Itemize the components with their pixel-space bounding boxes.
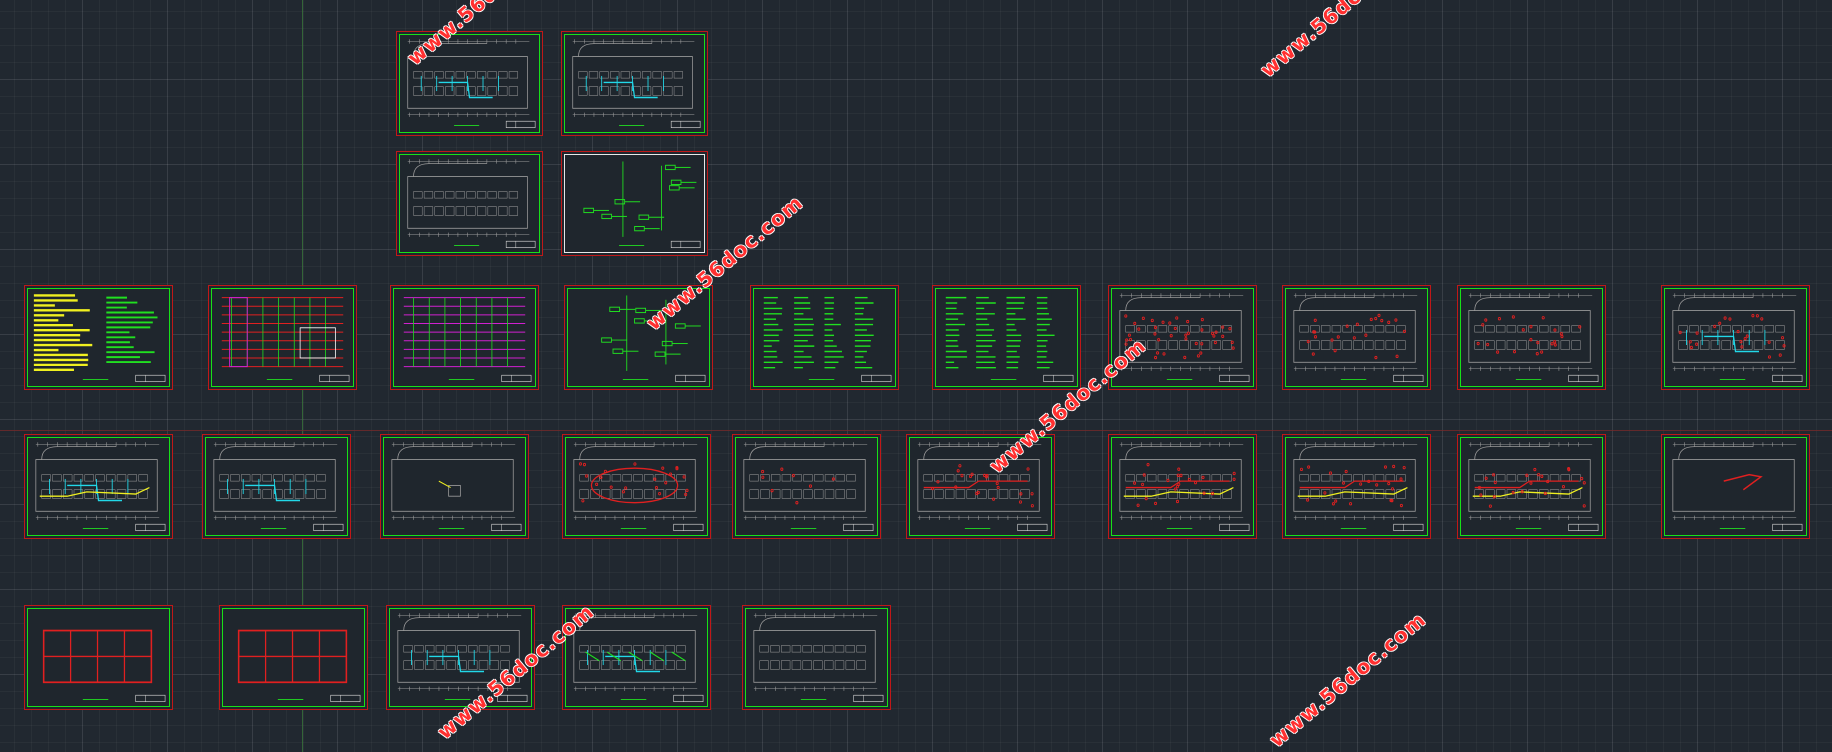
sheet-linework [753, 613, 884, 703]
drawing-sheet-plan[interactable] [742, 605, 891, 710]
sheet-border [564, 154, 705, 253]
sheet-border [909, 437, 1052, 536]
sheet-border [1460, 437, 1603, 536]
sheet-linework [917, 442, 1048, 532]
sheet-linework [42, 629, 166, 703]
drawing-sheet-plan[interactable] [202, 434, 351, 539]
drawing-sheet-plan[interactable] [906, 434, 1055, 539]
sheet-linework [1293, 442, 1424, 532]
sheet-border [222, 608, 365, 707]
sheet-border [1285, 288, 1428, 387]
drawing-canvas[interactable]: www.56doc.com www.56doc.com www.56doc.com w… [0, 0, 1832, 752]
sheet-border [393, 288, 536, 387]
sheet-border [1664, 288, 1807, 387]
sheet-linework [397, 613, 528, 703]
watermark-text: www.56doc.com [1255, 0, 1422, 83]
drawing-sheet-schematic[interactable] [564, 285, 713, 390]
sheet-linework [945, 296, 1074, 383]
sheet-border [27, 288, 170, 387]
sheet-linework [572, 39, 701, 129]
sheet-border [565, 608, 708, 707]
sheet-linework [407, 39, 536, 129]
sheet-linework [403, 297, 532, 383]
sheet-linework [237, 629, 361, 703]
sheet-linework [407, 159, 536, 249]
sheet-border [745, 608, 888, 707]
drawing-sheet-schematic[interactable] [932, 285, 1081, 390]
sheet-linework [1672, 293, 1803, 383]
sheet-border [735, 437, 878, 536]
drawing-sheet-plan[interactable] [1282, 285, 1431, 390]
drawing-sheet-plan[interactable] [561, 31, 708, 136]
sheet-linework [583, 161, 701, 249]
sheet-border [935, 288, 1078, 387]
sheet-linework [573, 442, 704, 532]
drawing-sheet-plan[interactable] [732, 434, 881, 539]
sheet-linework [221, 297, 350, 383]
sheet-linework [743, 442, 874, 532]
drawing-sheet-plan[interactable] [1282, 434, 1431, 539]
drawing-sheet-plan[interactable] [1108, 434, 1257, 539]
sheet-border [753, 288, 896, 387]
drawing-sheet-notes[interactable] [24, 285, 173, 390]
sheet-linework [1119, 293, 1250, 383]
drawing-sheet-plan[interactable] [380, 434, 529, 539]
sheet-border [1664, 437, 1807, 536]
drawing-sheet-plan[interactable] [1108, 285, 1257, 390]
sheet-linework [33, 294, 166, 383]
drawing-sheet-schematic[interactable] [750, 285, 899, 390]
drawing-sheet-plan[interactable] [1661, 285, 1810, 390]
sheet-linework [1293, 293, 1424, 383]
sheet-linework [391, 442, 522, 532]
drawing-sheet-riser[interactable] [390, 285, 539, 390]
sheet-linework [601, 295, 706, 383]
sheet-border [205, 437, 348, 536]
sheet-linework [213, 442, 344, 532]
drawing-sheet-plan[interactable] [386, 605, 535, 710]
sheet-linework [1468, 442, 1599, 532]
sheet-border [564, 34, 705, 133]
sheet-border [565, 437, 708, 536]
sheet-border [399, 154, 540, 253]
sheet-linework [1119, 442, 1250, 532]
drawing-sheet-riser[interactable] [208, 285, 357, 390]
sheet-border [27, 437, 170, 536]
drawing-sheet-plan[interactable] [1457, 434, 1606, 539]
drawing-sheet-schematic[interactable] [561, 151, 708, 256]
sheet-linework [573, 613, 704, 703]
sheet-border [1285, 437, 1428, 536]
sheet-border [399, 34, 540, 133]
drawing-sheet-plan[interactable] [1457, 285, 1606, 390]
sheet-border [567, 288, 710, 387]
sheet-linework [1672, 442, 1803, 532]
sheet-border [383, 437, 526, 536]
sheet-border [389, 608, 532, 707]
drawing-sheet-plan[interactable] [396, 31, 543, 136]
sheet-linework [35, 442, 166, 532]
sheet-border [1111, 437, 1254, 536]
drawing-sheet-plan[interactable] [24, 434, 173, 539]
drawing-sheet-plan[interactable] [1661, 434, 1810, 539]
drawing-sheet-plan[interactable] [396, 151, 543, 256]
sheet-linework [763, 296, 892, 383]
sheet-border [211, 288, 354, 387]
drawing-sheet-plan[interactable] [562, 605, 711, 710]
drawing-sheet-plan[interactable] [562, 434, 711, 539]
sheet-border [1460, 288, 1603, 387]
watermark-text: www.56doc.com [1264, 607, 1431, 752]
sheet-border [27, 608, 170, 707]
drawing-sheet-structure[interactable] [24, 605, 173, 710]
sheet-border [1111, 288, 1254, 387]
ucs-x-axis [0, 430, 1832, 431]
sheet-linework [1468, 293, 1599, 383]
drawing-sheet-structure[interactable] [219, 605, 368, 710]
